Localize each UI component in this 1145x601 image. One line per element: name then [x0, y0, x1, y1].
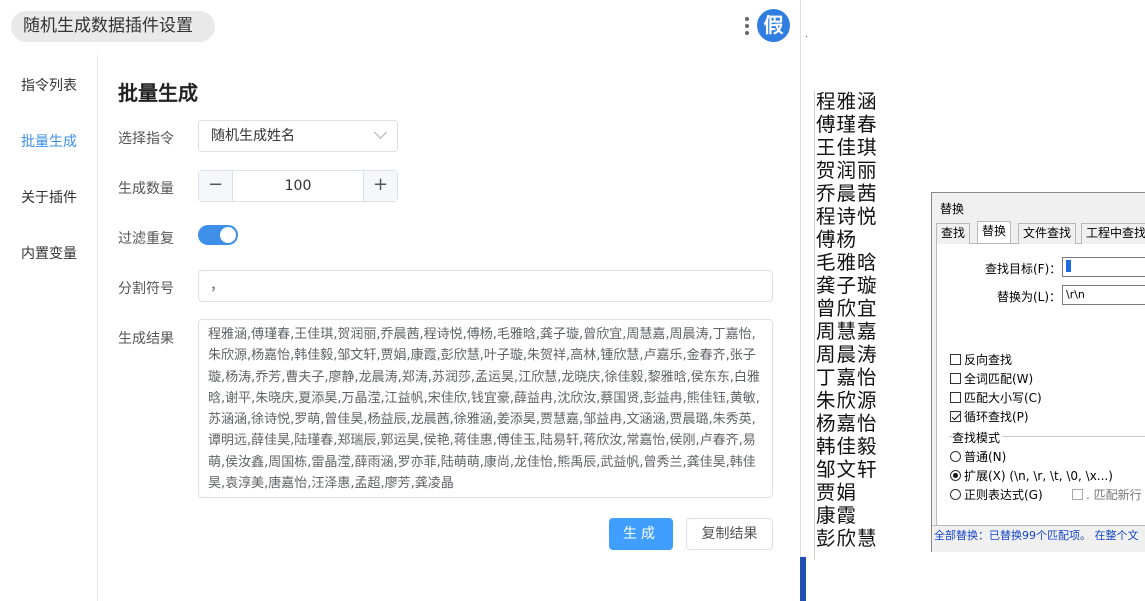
- document-line: 丁嘉怡: [816, 366, 878, 389]
- wrap-around-checkbox[interactable]: 循环查找(P): [950, 408, 1029, 425]
- checkbox-box: [950, 411, 961, 422]
- document-line: 韩佳毅: [816, 435, 878, 458]
- toggle-knob: [220, 227, 236, 243]
- dedupe-label: 过滤重复: [118, 231, 174, 247]
- radio-dot: [950, 451, 961, 462]
- margin-mark: .: [805, 30, 808, 40]
- radio-dot: [950, 489, 961, 500]
- document-line: 曾欣宜: [816, 297, 878, 320]
- document-line: 傅瑾春: [816, 113, 878, 136]
- checkbox-label: . 匹配新行: [1086, 488, 1142, 502]
- replace-label: 替换为(L)：: [997, 290, 1062, 304]
- dialog-title: 替换: [940, 202, 965, 216]
- document-line: 程雅涵: [816, 90, 878, 113]
- document-line: 龚子璇: [816, 274, 878, 297]
- checkbox-label: 匹配大小写(C): [964, 391, 1042, 405]
- checkbox-box: [950, 392, 961, 403]
- whole-word-checkbox[interactable]: 全词匹配(W): [950, 370, 1033, 387]
- match-case-checkbox[interactable]: 匹配大小写(C): [950, 389, 1042, 406]
- nav-item-command-list[interactable]: 指令列表: [21, 75, 77, 95]
- mode-extended-radio[interactable]: 扩展(X) (\n, \r, \t, \0, \x...): [950, 467, 1113, 484]
- count-stepper: − 100 +: [198, 170, 398, 202]
- command-select-value: 随机生成姓名: [211, 128, 295, 144]
- tab-project-find[interactable]: 工程中查找: [1081, 223, 1145, 244]
- checkbox-label: 反向查找: [964, 353, 1013, 367]
- document-line: 乔晨茜: [816, 182, 878, 205]
- nav-item-builtin-variables[interactable]: 内置变量: [21, 243, 77, 263]
- radio-label: 正则表达式(G): [964, 488, 1043, 502]
- search-mode-title: 查找模式: [952, 429, 1003, 446]
- document-line: 康霞: [816, 504, 858, 527]
- mode-regex-radio[interactable]: 正则表达式(G): [950, 486, 1043, 503]
- radio-label: 普通(N): [964, 450, 1007, 464]
- dot-newline-checkbox[interactable]: . 匹配新行: [1072, 486, 1142, 503]
- chevron-down-icon: [374, 126, 387, 139]
- margin-line: [814, 90, 815, 560]
- increment-button[interactable]: +: [363, 171, 397, 201]
- find-input[interactable]: [1062, 257, 1145, 277]
- taskbar-edge: [800, 557, 806, 601]
- radio-dot: [950, 470, 961, 481]
- text-cursor: [1066, 260, 1071, 272]
- document-line: 邹文轩: [816, 458, 878, 481]
- find-label: 查找目标(F)：: [985, 262, 1062, 276]
- plugin-title: 随机生成数据插件设置: [11, 11, 215, 42]
- mode-normal-radio[interactable]: 普通(N): [950, 448, 1006, 465]
- document-line: 贾娟: [816, 481, 858, 504]
- result-textarea[interactable]: 程雅涵,傅瑾春,王佳琪,贺润丽,乔晨茜,程诗悦,傅杨,毛雅晗,龚子璇,曾欣宜,周…: [198, 319, 773, 498]
- command-label: 选择指令: [118, 131, 174, 147]
- replace-input[interactable]: \r\n: [1062, 285, 1145, 305]
- dialog-tabs: 查找 替换 文件查找 工程中查找: [936, 221, 1145, 244]
- separator-label: 分割符号: [118, 281, 174, 297]
- document-line: 彭欣慧: [816, 527, 878, 550]
- plugin-window: 随机生成数据插件设置 假 指令列表 批量生成 关于插件 内置变量 批量生成 选择…: [0, 0, 801, 601]
- separator-input[interactable]: ，: [198, 270, 773, 302]
- count-label: 生成数量: [118, 181, 174, 197]
- tab-replace[interactable]: 替换: [977, 221, 1012, 243]
- reverse-search-checkbox[interactable]: 反向查找: [950, 351, 1012, 368]
- checkbox-box: [1072, 489, 1083, 500]
- more-menu-icon[interactable]: [741, 14, 753, 40]
- result-label: 生成结果: [118, 331, 174, 347]
- nav-item-batch-generate[interactable]: 批量生成: [21, 131, 77, 151]
- count-input[interactable]: 100: [233, 171, 363, 201]
- document-line: 王佳琪: [816, 136, 878, 159]
- decrement-button[interactable]: −: [199, 171, 233, 201]
- copy-result-button[interactable]: 复制结果: [686, 518, 773, 550]
- tab-find[interactable]: 查找: [936, 223, 971, 244]
- document-line: 周慧嘉: [816, 320, 878, 343]
- status-message: 全部替换：已替换99个匹配项。 在整个文: [932, 526, 1145, 546]
- dedupe-toggle[interactable]: [198, 225, 238, 245]
- command-select[interactable]: 随机生成姓名: [198, 120, 398, 152]
- replace-pane: 查找目标(F)： 替换为(L)： \r\n 反向查找 全词匹配(W) 匹配大小写…: [936, 244, 1145, 534]
- checkbox-box: [950, 354, 961, 365]
- document-line: 傅杨: [816, 228, 858, 251]
- name-list: 程雅涵 傅瑾春 王佳琪 贺润丽 乔晨茜 程诗悦 傅杨 毛雅晗 龚子璇 曾欣宜 周慧嘉 周晨涛 丁嘉怡 朱欣…: [816, 90, 878, 550]
- document-line: 程诗悦: [816, 205, 878, 228]
- search-mode-group: 查找模式 普通(N) 扩展(X) (\n, \r, \t, \0, \x...)…: [949, 429, 1145, 516]
- page-title: 批量生成: [118, 81, 198, 105]
- document-line: 贺润丽: [816, 159, 878, 182]
- checkbox-box: [950, 373, 961, 384]
- replace-dialog: 替换 查找 替换 文件查找 工程中查找 查找目标(F)： 替换为(L)： \r\…: [931, 192, 1145, 552]
- generate-button[interactable]: 生成: [609, 518, 673, 550]
- document-line: 周晨涛: [816, 343, 878, 366]
- plugin-logo: 假: [757, 9, 790, 42]
- sidebar-nav: 指令列表 批量生成 关于插件 内置变量: [0, 55, 98, 601]
- document-line: 毛雅晗: [816, 251, 878, 274]
- checkbox-label: 全词匹配(W): [964, 372, 1034, 386]
- tab-file-find[interactable]: 文件查找: [1018, 223, 1077, 244]
- document-line: 杨嘉怡: [816, 412, 878, 435]
- checkbox-label: 循环查找(P): [964, 410, 1029, 424]
- radio-label: 扩展(X) (\n, \r, \t, \0, \x...): [964, 469, 1113, 483]
- main-panel: 批量生成 选择指令 随机生成姓名 生成数量 − 100 + 过滤重复 分割符号 …: [98, 55, 801, 601]
- document-line: 朱欣源: [816, 389, 878, 412]
- nav-item-about-plugin[interactable]: 关于插件: [21, 187, 77, 207]
